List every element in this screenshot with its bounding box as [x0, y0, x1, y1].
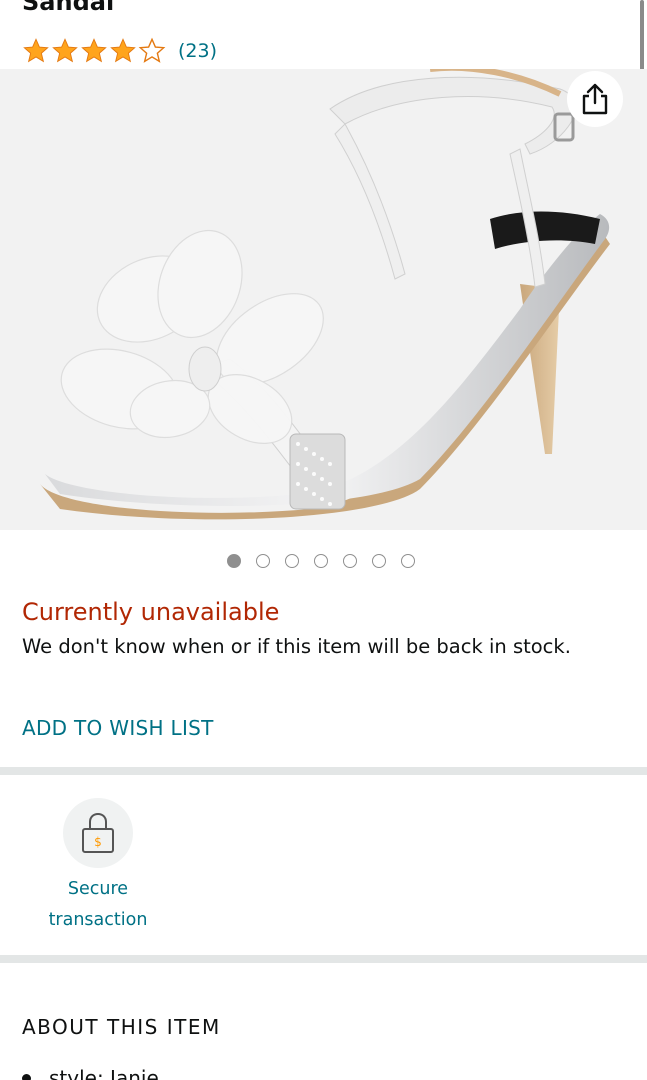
- rating-stars: [22, 37, 166, 65]
- sandal-illustration: [40, 69, 610, 520]
- carousel-dot[interactable]: [401, 554, 415, 568]
- secure-icon-circle: $: [63, 798, 133, 868]
- carousel-dot[interactable]: [314, 554, 328, 568]
- star-full-icon: [52, 38, 78, 63]
- star-full-icon: [23, 38, 49, 63]
- rating-count-link[interactable]: (23): [178, 40, 217, 62]
- svg-text:$: $: [94, 835, 102, 849]
- carousel-dot[interactable]: [256, 554, 270, 568]
- product-title: Sandal: [22, 0, 115, 16]
- product-image[interactable]: [0, 69, 647, 530]
- about-bullet-text: style: Janie: [49, 1066, 159, 1080]
- star-full-icon: [110, 38, 136, 63]
- carousel-dot[interactable]: [227, 554, 241, 568]
- secure-transaction-label: Secure transaction: [40, 874, 156, 936]
- section-divider: [0, 767, 647, 775]
- bullet-dot: [22, 1073, 31, 1080]
- star-empty-icon: [138, 37, 166, 63]
- share-icon: [582, 83, 608, 115]
- availability-note: We don't know when or if this item will …: [22, 635, 571, 658]
- carousel-dot[interactable]: [343, 554, 357, 568]
- add-to-wish-list-button[interactable]: ADD TO WISH LIST: [22, 716, 214, 740]
- about-heading: ABOUT THIS ITEM: [22, 1015, 221, 1039]
- carousel-dot[interactable]: [285, 554, 299, 568]
- availability-status: Currently unavailable: [22, 598, 280, 626]
- star-full-icon: [81, 38, 107, 63]
- secure-transaction[interactable]: $ Secure transaction: [40, 798, 156, 936]
- padlock-dollar-icon: $: [82, 812, 114, 853]
- section-divider: [0, 955, 647, 963]
- secure-line1: Secure: [67, 879, 129, 899]
- product-rating[interactable]: (23): [22, 36, 217, 66]
- about-bullet: style: Janie: [22, 1066, 159, 1080]
- share-button[interactable]: [567, 71, 623, 127]
- carousel-dot[interactable]: [372, 554, 386, 568]
- image-carousel-dots[interactable]: [227, 554, 415, 568]
- secure-line2: transaction: [48, 910, 148, 930]
